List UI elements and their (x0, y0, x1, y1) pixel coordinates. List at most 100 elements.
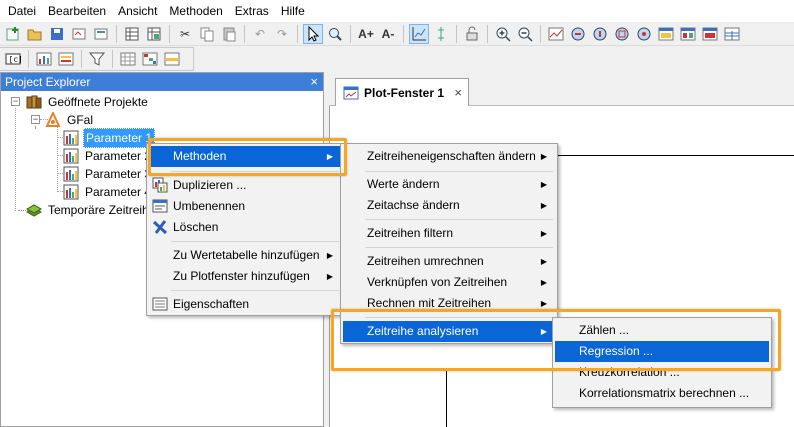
tree-label: GFal (67, 113, 94, 127)
menu-bearbeiten[interactable]: Bearbeiten (42, 0, 112, 22)
window-grid-icon[interactable] (722, 24, 742, 44)
duplicate-icon (152, 177, 168, 193)
callout-highlight-methoden (148, 138, 347, 176)
copy-icon[interactable] (197, 24, 217, 44)
zoom-reset-icon[interactable] (634, 24, 654, 44)
menu-extras[interactable]: Extras (229, 0, 275, 22)
temporary-stack-icon (26, 204, 42, 217)
plot-axes-icon[interactable] (409, 23, 429, 44)
grid-highlight-icon[interactable] (162, 49, 182, 69)
submenu-arrow-icon: ▶ (540, 201, 547, 210)
lock-icon[interactable] (462, 24, 482, 44)
paste-icon[interactable] (219, 24, 239, 44)
submenu-arrow-icon: ▶ (540, 229, 547, 238)
new-project-icon[interactable] (3, 24, 23, 44)
toolbar-separator (169, 24, 170, 43)
window-layout-icon[interactable] (656, 24, 676, 44)
menu-item-werte-aendern[interactable]: Werte ändern ▶ (343, 174, 555, 195)
zoom-in-icon[interactable] (493, 24, 513, 44)
window-cascade-icon[interactable] (700, 24, 720, 44)
tab-plot-fenster-1[interactable]: Plot-Fenster 1 × (335, 78, 469, 106)
project-icon (45, 112, 61, 127)
filter-icon[interactable] (87, 49, 107, 69)
tree-item-project[interactable]: GFal (45, 111, 95, 129)
menu-methoden[interactable]: Methoden (163, 0, 228, 22)
font-smaller-icon[interactable]: A- (378, 24, 398, 44)
vertical-axis-icon[interactable] (431, 24, 451, 44)
save-icon[interactable] (47, 24, 67, 44)
tree-line (15, 108, 16, 211)
tree-item-parameter-1[interactable]: Parameter 1 (63, 128, 156, 148)
submenu-arrow-icon: ▶ (540, 180, 547, 189)
menu-item-wertetabelle[interactable]: Zu Wertetabelle hinzufügen ▶ (149, 245, 341, 266)
export-icon[interactable] (91, 24, 111, 44)
toolbar-separator (540, 24, 541, 43)
menu-item-zeitreihen-umrechnen[interactable]: Zeitreihen umrechnen ▶ (343, 251, 555, 272)
submenu-arrow-icon: ▶ (540, 278, 547, 287)
zoom-x-icon[interactable] (568, 24, 588, 44)
main-toolbar: ✂ ↶ ↷ A+ A- (0, 22, 794, 46)
tab-label: Plot-Fenster 1 (364, 85, 445, 100)
menu-separator (171, 290, 339, 291)
menu-item-zeitreihen-filtern[interactable]: Zeitreihen filtern ▶ (343, 223, 555, 244)
toolbar-separator (28, 50, 29, 68)
histogram-icon[interactable] (56, 49, 76, 69)
tree-item-open-projects[interactable]: Geöffnete Projekte (26, 93, 150, 111)
plot-axis-line (446, 370, 447, 427)
pointer-tool-icon[interactable] (303, 23, 323, 44)
collapse-toggle-root[interactable]: − (11, 97, 20, 106)
menu-bar: Datei Bearbeiten Ansicht Methoden Extras… (0, 0, 794, 22)
menu-item-duplizieren[interactable]: Duplizieren ... (149, 175, 341, 196)
menu-item-umbenennen[interactable]: Umbenennen (149, 196, 341, 217)
menu-item-eigenschaften[interactable]: Eigenschaften (149, 294, 341, 315)
window-tile-icon[interactable] (678, 24, 698, 44)
close-icon[interactable]: × (454, 85, 462, 100)
bar-chart-icon[interactable] (34, 49, 54, 69)
zoom-out-icon[interactable] (515, 24, 535, 44)
toolbar-separator (112, 50, 113, 68)
rename-icon (152, 199, 168, 213)
timeseries-icon (63, 166, 79, 182)
menu-item-zeitachse-aendern[interactable]: Zeitachse ändern ▶ (343, 195, 555, 216)
chart-line-icon[interactable] (546, 24, 566, 44)
undo-icon[interactable]: ↶ (250, 24, 270, 44)
tree-line (35, 126, 36, 128)
tree-label: Parameter 4 (85, 185, 152, 199)
cut-icon[interactable]: ✂ (175, 24, 195, 44)
toolbar-separator (116, 24, 117, 43)
table-edit-icon[interactable] (144, 24, 164, 44)
table-icon[interactable] (122, 24, 142, 44)
tree-label: Parameter 2 (85, 149, 152, 163)
close-icon[interactable]: × (310, 73, 318, 91)
toolbar-separator (403, 24, 404, 43)
tree-item-parameter-3[interactable]: Parameter 3 (63, 165, 153, 183)
font-larger-icon[interactable]: A+ (356, 24, 376, 44)
collapse-toggle-project[interactable]: − (31, 115, 40, 124)
menu-item-loeschen[interactable]: Löschen (149, 217, 341, 238)
grid-color-icon[interactable] (140, 49, 160, 69)
tree-item-parameter-4[interactable]: Parameter 4 (63, 183, 153, 201)
menu-item-plotfenster[interactable]: Zu Plotfenster hinzufügen ▶ (149, 266, 341, 287)
time-axis-icon[interactable]: [c] (3, 49, 23, 69)
menu-datei[interactable]: Datei (2, 0, 42, 22)
menu-item-zeitreiheneigenschaften[interactable]: Zeitreiheneigenschaften ändern ▶ (343, 146, 555, 167)
open-folder-icon[interactable] (25, 24, 45, 44)
tree-item-parameter-2[interactable]: Parameter 2 (63, 147, 153, 165)
menu-separator (365, 219, 553, 220)
zoom-fit-icon[interactable] (612, 24, 632, 44)
menu-hilfe[interactable]: Hilfe (275, 0, 311, 22)
menu-item-verknuepfen[interactable]: Verknüpfen von Zeitreihen ▶ (343, 272, 555, 293)
zoom-y-icon[interactable] (590, 24, 610, 44)
redo-icon[interactable]: ↷ (272, 24, 292, 44)
tree-line (57, 126, 58, 192)
grid-table-icon[interactable] (118, 49, 138, 69)
menu-ansicht[interactable]: Ansicht (112, 0, 163, 22)
zoom-select-icon[interactable] (325, 24, 345, 44)
timeseries-icon (63, 130, 79, 146)
delete-icon (152, 220, 168, 235)
submenu-arrow-icon: ▶ (540, 257, 547, 266)
menu-item-korrelationsmatrix[interactable]: Korrelationsmatrix berechnen ... (555, 383, 769, 404)
tree-item-temporary[interactable]: Temporäre Zeitreihen (26, 201, 164, 219)
import-icon[interactable] (69, 24, 89, 44)
plot-window-icon (343, 86, 359, 99)
